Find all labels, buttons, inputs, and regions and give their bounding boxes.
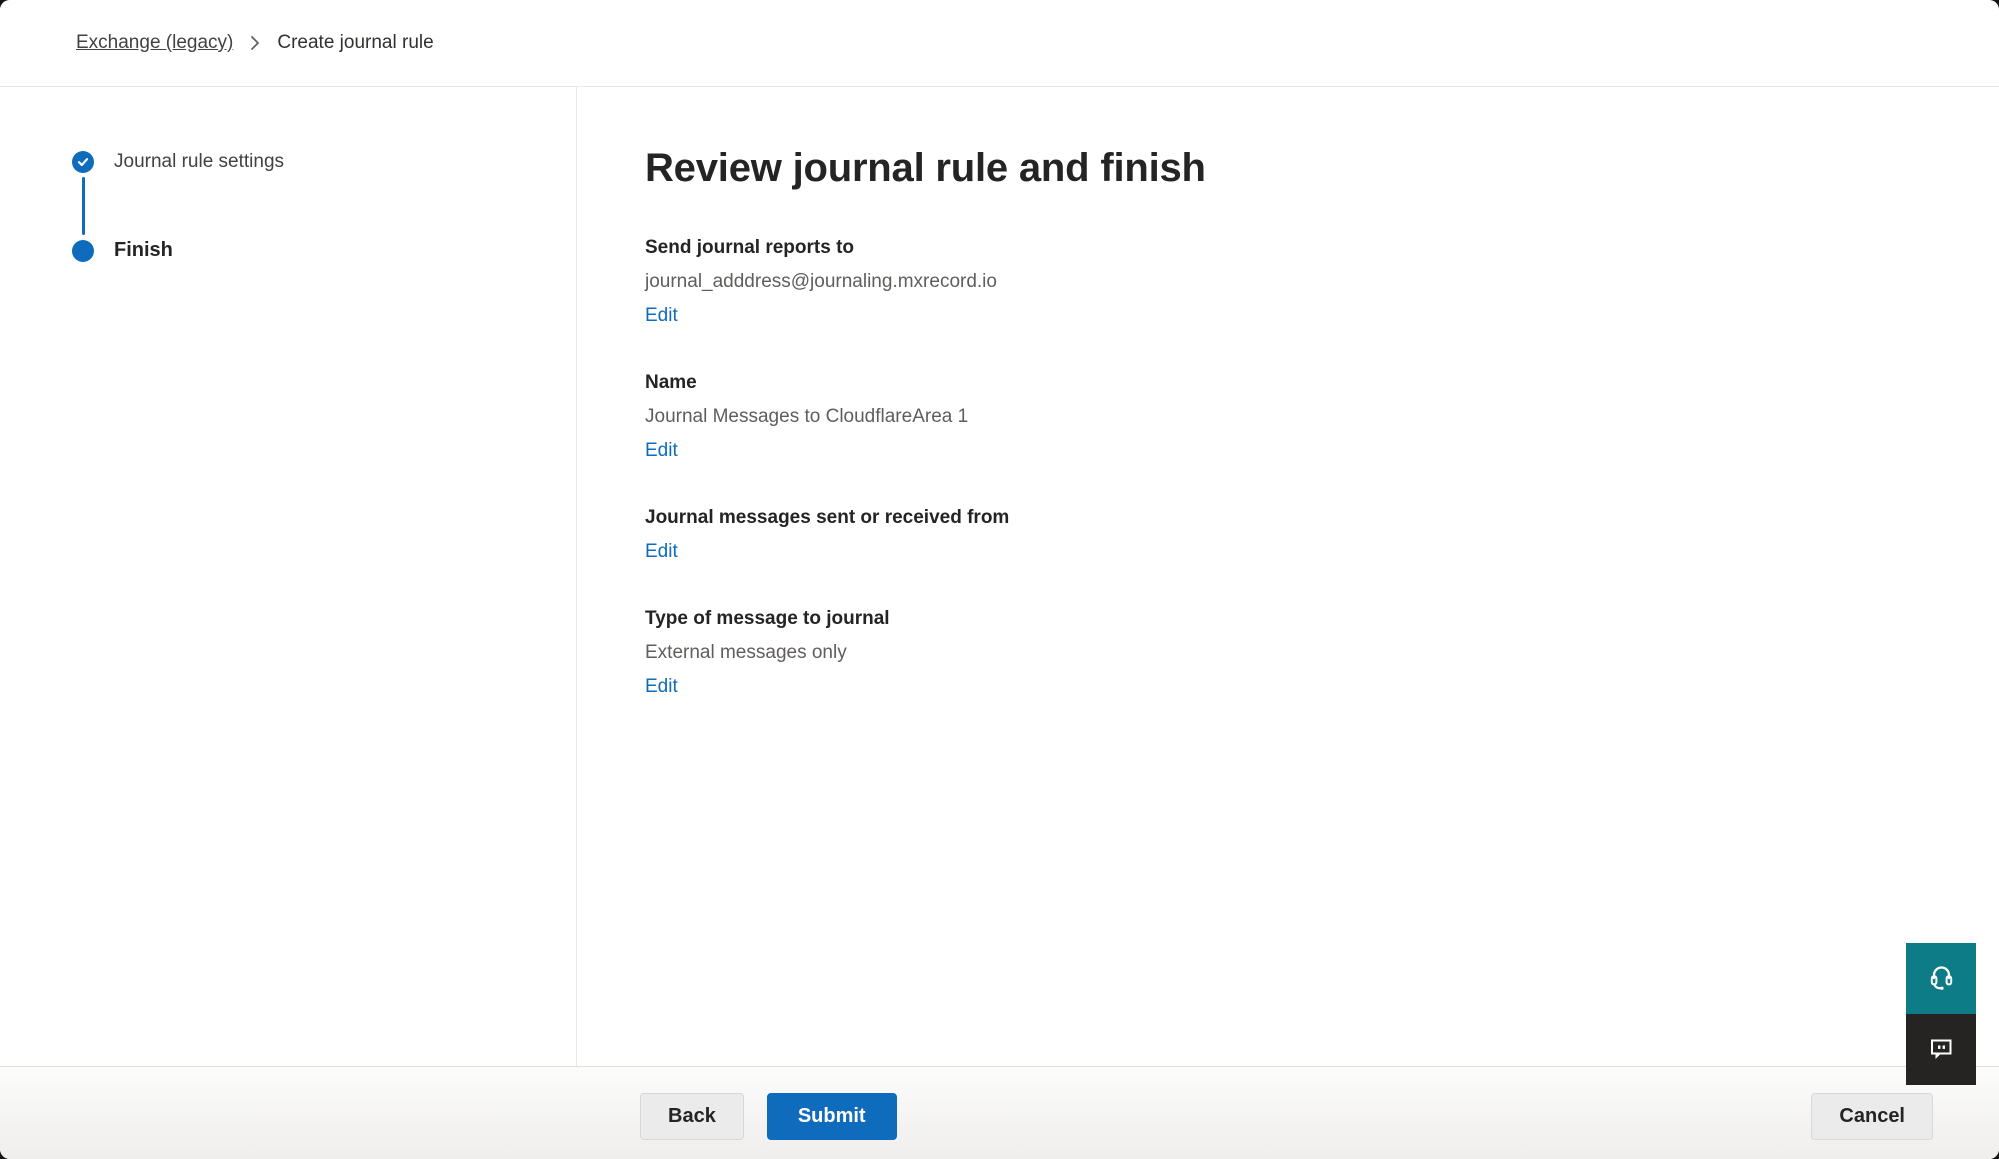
page-title: Review journal rule and finish: [645, 143, 1959, 193]
help-support-button[interactable]: [1906, 943, 1976, 1014]
step-label-finish: Finish: [114, 239, 173, 262]
section-value: External messages only: [645, 636, 1959, 670]
cancel-button[interactable]: Cancel: [1811, 1093, 1933, 1140]
wizard-step-journal-rule-settings[interactable]: Journal rule settings: [72, 151, 576, 173]
submit-button[interactable]: Submit: [767, 1093, 897, 1140]
edit-message-type-link[interactable]: Edit: [645, 670, 678, 704]
wizard-steps-panel: Journal rule settings Finish: [0, 87, 577, 1066]
breadcrumb-exchange-legacy-link[interactable]: Exchange (legacy): [76, 32, 233, 54]
breadcrumb-bar: Exchange (legacy) Create journal rule: [0, 0, 1999, 87]
review-section-send-journal-reports: Send journal reports to journal_adddress…: [645, 231, 1959, 333]
step-current-dot-icon: [72, 240, 94, 262]
review-content: Review journal rule and finish Send jour…: [577, 87, 1999, 1066]
breadcrumb: Exchange (legacy) Create journal rule: [76, 32, 434, 54]
section-label: Type of message to journal: [645, 602, 1959, 636]
section-label: Send journal reports to: [645, 231, 1959, 265]
feedback-button[interactable]: [1906, 1014, 1976, 1085]
section-label: Journal messages sent or received from: [645, 501, 1959, 535]
step-connector-line: [82, 177, 85, 235]
footer-button-group: Back Submit: [640, 1093, 897, 1140]
review-section-name: Name Journal Messages to CloudflareArea …: [645, 366, 1959, 468]
create-journal-rule-wizard-window: Exchange (legacy) Create journal rule Jo…: [0, 0, 1999, 1159]
chevron-right-icon: [249, 34, 261, 52]
step-completed-check-icon: [72, 151, 94, 173]
review-section-journal-messages-from: Journal messages sent or received from E…: [645, 501, 1959, 569]
floating-side-buttons: [1906, 943, 1976, 1085]
step-label-journal-rule-settings: Journal rule settings: [114, 151, 284, 173]
edit-journal-messages-from-link[interactable]: Edit: [645, 535, 678, 569]
back-button[interactable]: Back: [640, 1093, 744, 1140]
review-section-message-type: Type of message to journal External mess…: [645, 602, 1959, 704]
wizard-step-finish[interactable]: Finish: [72, 239, 576, 262]
headset-icon: [1925, 961, 1957, 996]
section-value: journal_adddress@journaling.mxrecord.io: [645, 265, 1959, 299]
breadcrumb-current-page: Create journal rule: [277, 32, 433, 54]
wizard-footer: Back Submit Cancel: [0, 1066, 1999, 1159]
edit-name-link[interactable]: Edit: [645, 434, 678, 468]
section-value: Journal Messages to CloudflareArea 1: [645, 400, 1959, 434]
edit-send-journal-reports-link[interactable]: Edit: [645, 299, 678, 333]
section-label: Name: [645, 366, 1959, 400]
feedback-chat-icon: [1925, 1032, 1957, 1067]
